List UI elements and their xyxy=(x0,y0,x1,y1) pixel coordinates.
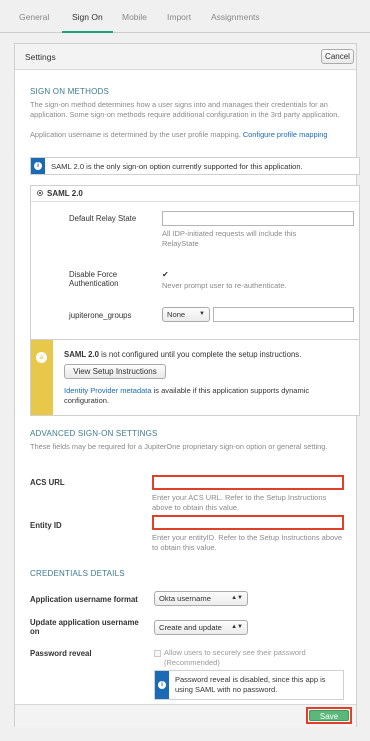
metadata-text: Identity Provider metadata is available … xyxy=(64,386,310,405)
configure-profile-mapping-link[interactable]: Configure profile mapping xyxy=(243,130,328,139)
tab-import[interactable]: Import xyxy=(167,0,191,33)
disable-force-auth-label: Disable Force Authentication xyxy=(69,270,119,288)
save-button-highlight: Save xyxy=(306,707,352,724)
warning-icon: ≡ xyxy=(36,352,47,363)
relay-state-label: Default Relay State xyxy=(69,214,137,223)
tab-assignments[interactable]: Assignments xyxy=(211,0,260,33)
entity-id-label: Entity ID xyxy=(30,521,62,530)
groups-input[interactable] xyxy=(213,307,354,322)
sign-on-methods-description: The sign-on method determines how a user… xyxy=(30,100,340,119)
password-reveal-label: Password reveal xyxy=(30,649,92,658)
panel-header: Settings Cancel xyxy=(15,44,356,70)
saml-info-notice: i SAML 2.0 is the only sign-on option cu… xyxy=(30,157,360,175)
setup-warning-notice: ≡ SAML 2.0 is not configured until you c… xyxy=(30,339,360,416)
credentials-heading: CREDENTIALS DETAILS xyxy=(30,569,125,578)
entity-id-input[interactable] xyxy=(152,515,344,530)
groups-select[interactable]: None ▼ xyxy=(162,307,210,322)
relay-state-help: All IDP-initiated requests will include … xyxy=(162,229,297,248)
relay-state-input[interactable] xyxy=(162,211,354,226)
password-reveal-checkbox-label: Allow users to securely see their passwo… xyxy=(164,648,306,667)
sign-on-methods-heading: SIGN ON METHODS xyxy=(30,87,110,96)
acs-url-label: ACS URL xyxy=(30,478,65,487)
chevron-down-icon: ▼ xyxy=(199,311,205,317)
advanced-heading: ADVANCED SIGN-ON SETTINGS xyxy=(30,429,158,438)
password-reveal-notice: i Password reveal is disabled, since thi… xyxy=(154,670,344,700)
idp-metadata-link[interactable]: Identity Provider metadata xyxy=(64,386,152,395)
panel-title: Settings xyxy=(25,52,56,62)
saml-option-header: SAML 2.0 xyxy=(31,186,359,202)
advanced-description: These fields may be required for a Jupit… xyxy=(30,442,328,451)
view-setup-instructions-button[interactable]: View Setup Instructions xyxy=(64,364,166,379)
setup-notice-text: SAML 2.0 is not configured until you com… xyxy=(64,350,302,359)
username-mapping-text: Application username is determined by th… xyxy=(30,130,328,139)
acs-url-input[interactable] xyxy=(152,475,344,490)
tab-general[interactable]: General xyxy=(19,0,49,33)
username-format-label: Application username format xyxy=(30,595,138,604)
cancel-button[interactable]: Cancel xyxy=(321,49,354,64)
info-icon: i xyxy=(158,681,166,689)
disable-force-auth-help: Never prompt user to re-authenticate. xyxy=(162,281,287,290)
tab-sign-on[interactable]: Sign On xyxy=(62,0,113,33)
save-button[interactable]: Save xyxy=(309,710,349,721)
saml-info-text: SAML 2.0 is the only sign-on option curr… xyxy=(51,162,303,171)
password-reveal-checkbox[interactable] xyxy=(154,650,161,657)
chevron-down-icon: ▲▼ xyxy=(231,595,243,601)
acs-url-help: Enter your ACS URL. Refer to the Setup I… xyxy=(152,493,327,512)
update-username-select[interactable]: Create and update ▲▼ xyxy=(154,620,248,635)
info-icon: i xyxy=(34,162,42,170)
tab-mobile[interactable]: Mobile xyxy=(122,0,147,33)
update-username-label: Update application username on xyxy=(30,618,139,636)
entity-id-help: Enter your entityID. Refer to the Setup … xyxy=(152,533,343,552)
saml-option-label: SAML 2.0 xyxy=(47,189,83,198)
radio-icon[interactable] xyxy=(37,190,43,196)
chevron-down-icon: ▲▼ xyxy=(231,624,243,630)
password-reveal-notice-text: Password reveal is disabled, since this … xyxy=(175,675,326,694)
panel-footer: Save xyxy=(15,704,356,727)
username-format-select[interactable]: Okta username ▲▼ xyxy=(154,591,248,606)
tab-bar: General Sign On Mobile Import Assignment… xyxy=(0,0,370,33)
checkbox-icon[interactable]: ✔ xyxy=(162,270,169,279)
settings-panel: Settings Cancel SIGN ON METHODS The sign… xyxy=(14,43,360,727)
groups-label: jupiterone_groups xyxy=(69,311,132,320)
